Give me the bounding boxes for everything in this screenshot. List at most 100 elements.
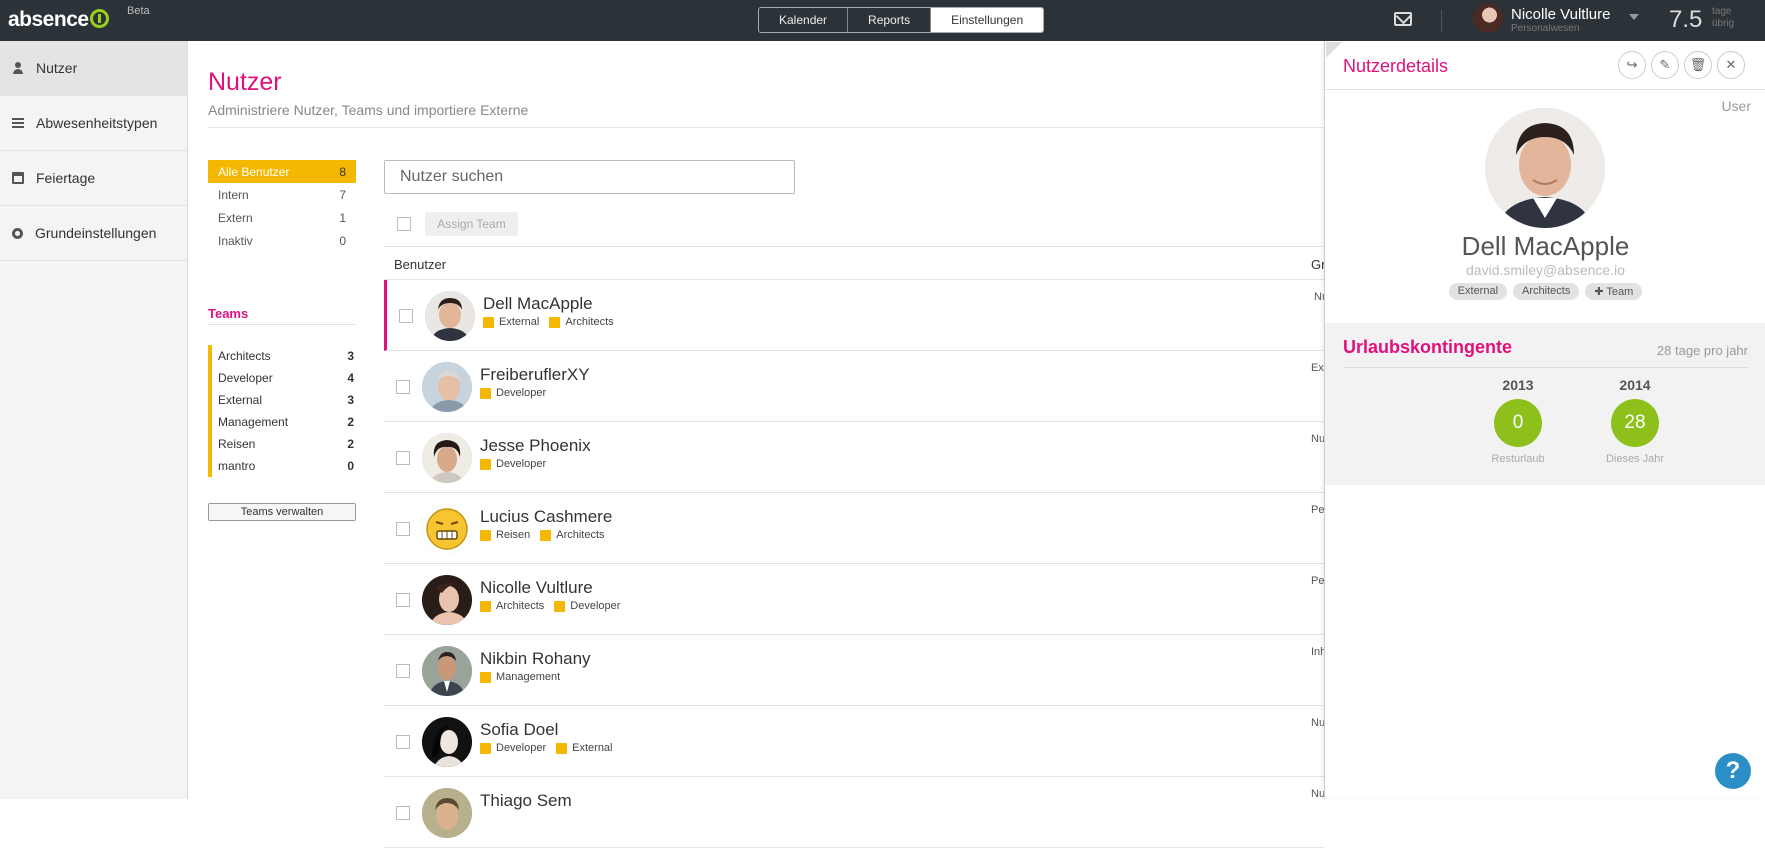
team-tag: Developer [480,458,546,470]
divider [1441,10,1442,32]
panel-title: Nutzerdetails [1343,56,1449,76]
tab-reports[interactable]: Reports [848,8,932,32]
vacation-count-circle[interactable]: 0 [1494,399,1542,447]
team-tags: External Architects [483,316,614,328]
table-row[interactable]: Nicolle Vultlure Architects Developer Pe [384,564,1324,635]
user-name[interactable]: Nicolle Vultlure [1511,6,1611,23]
chevron-down-icon[interactable] [1629,14,1639,20]
table-row[interactable]: Lucius Cashmere Reisen Architects Pe [384,493,1324,564]
calendar-icon [12,172,24,184]
user-name[interactable]: Sofia Doel [480,720,558,740]
row-checkbox[interactable] [396,593,410,607]
filter-inaktiv[interactable]: Inaktiv 0 [208,229,356,252]
sidebar-item-abwesenheitstypen[interactable]: Abwesenheitstypen [0,96,187,151]
row-checkbox[interactable] [396,664,410,678]
sidebar-item-feiertage[interactable]: Feiertage [0,151,187,206]
tab-einstellungen[interactable]: Einstellungen [931,8,1044,32]
row-checkbox[interactable] [396,380,410,394]
team-tag: Architects [480,600,544,612]
team-item-developer[interactable]: Developer 4 [208,367,356,389]
avatar [422,575,472,625]
teams-heading: Teams [208,306,249,321]
logo-power-icon [89,9,109,28]
team-item-mantro[interactable]: mantro 0 [208,455,356,477]
table-row[interactable]: Dell MacApple External Architects Nu [384,280,1328,351]
column-header-benutzer[interactable]: Benutzer [394,257,446,272]
sidebar-item-nutzer[interactable]: Nutzer [0,41,187,96]
team-tag: Developer [480,387,546,399]
table-row[interactable]: Thiago Sem Nu [384,777,1325,848]
mail-icon[interactable] [1394,12,1412,26]
user-email[interactable]: david.smiley@absence.io [1325,262,1765,278]
user-avatar[interactable] [1473,3,1503,33]
avatar [422,433,472,483]
filter-extern[interactable]: Extern 1 [208,206,356,229]
assign-team-button[interactable]: Assign Team [425,212,518,236]
help-icon[interactable]: ? [1715,753,1751,789]
remaining-days-label: tage übrig [1712,6,1735,29]
team-tags: Management [480,671,560,683]
user-name[interactable]: FreiberuflerXY [480,365,590,385]
table-row[interactable]: Nikbin Rohany Management Inh [384,635,1326,706]
user-name[interactable]: Nicolle Vultlure [480,578,593,598]
table-row[interactable]: Jesse Phoenix Developer Nu [384,422,1326,493]
user-name[interactable]: Jesse Phoenix [480,436,591,456]
panel-corner [1326,42,1342,58]
tab-kalender[interactable]: Kalender [759,8,849,32]
user-name[interactable]: Nikbin Rohany [480,649,591,669]
table-row[interactable]: FreiberuflerXY Developer Ext [384,351,1327,422]
row-checkbox[interactable] [396,451,410,465]
divider [1325,89,1765,90]
user-role: Personalwesen [1511,23,1580,34]
share-icon[interactable]: ↪ [1618,51,1646,79]
vacation-year-2013: 2013 0 Resturlaub [1491,377,1545,465]
user-details-panel: Nutzerdetails ↪ ✎ 🗑 ✕ User Dell MacApple… [1324,41,1765,799]
select-all-checkbox[interactable] [397,217,411,231]
user-full-name: Dell MacApple [1461,231,1630,261]
team-tags: Developer External [480,742,613,754]
add-team-button[interactable]: ✚ Team [1585,283,1643,300]
table-row[interactable]: Sofia Doel Developer External Nu [384,706,1325,777]
edit-icon[interactable]: ✎ [1651,51,1679,79]
team-item-management[interactable]: Management 2 [208,411,356,433]
avatar [422,646,472,696]
row-checkbox[interactable] [396,735,410,749]
app-logo[interactable]: absence [8,8,109,32]
row-checkbox[interactable] [396,522,410,536]
remaining-days-value: 7.5 [1669,6,1703,33]
team-item-architects[interactable]: Architects 3 [208,345,356,367]
team-item-external[interactable]: External 3 [208,389,356,411]
team-item-reisen[interactable]: Reisen 2 [208,433,356,455]
gear-icon [12,227,23,239]
team-badge[interactable]: Architects [1513,283,1580,300]
user-name[interactable]: Dell MacApple [483,294,593,314]
table-header: Benutzer Gr [384,246,1325,280]
trash-icon[interactable]: 🗑 [1684,51,1712,79]
user-name[interactable]: Thiago Sem [480,791,572,811]
avatar [1485,108,1605,228]
team-badge[interactable]: External [1448,283,1508,300]
team-tag: Reisen [480,529,530,541]
user-icon [12,62,24,74]
filter-alle-benutzer[interactable]: Alle Benutzer 8 [208,160,356,183]
row-checkbox[interactable] [399,309,413,323]
manage-teams-button[interactable]: Teams verwalten [208,503,356,521]
search-input[interactable] [384,160,795,194]
divider [208,324,356,325]
avatar [425,291,475,341]
user-name[interactable]: Lucius Cashmere [480,507,612,527]
panel-team-tags: External Architects ✚ Team [1325,283,1765,300]
team-tag: Architects [549,316,613,328]
page-subtitle: Administriere Nutzer, Teams und importie… [208,102,529,118]
team-list: Architects 3 Developer 4 External 3 Managem… [208,345,356,477]
row-checkbox[interactable] [396,806,410,820]
close-icon[interactable]: ✕ [1717,51,1745,79]
team-tags: Developer [480,387,546,399]
vacation-count-circle[interactable]: 28 [1611,399,1659,447]
divider [1343,367,1748,368]
sidebar-item-grundeinstellungen[interactable]: Grundeinstellungen [0,206,187,261]
filter-intern[interactable]: Intern 7 [208,183,356,206]
group-cell: Nu [1311,433,1326,445]
vacation-year-2014: 2014 28 Dieses Jahr [1605,377,1665,465]
panel-actions: ↪ ✎ 🗑 ✕ [1618,51,1745,79]
